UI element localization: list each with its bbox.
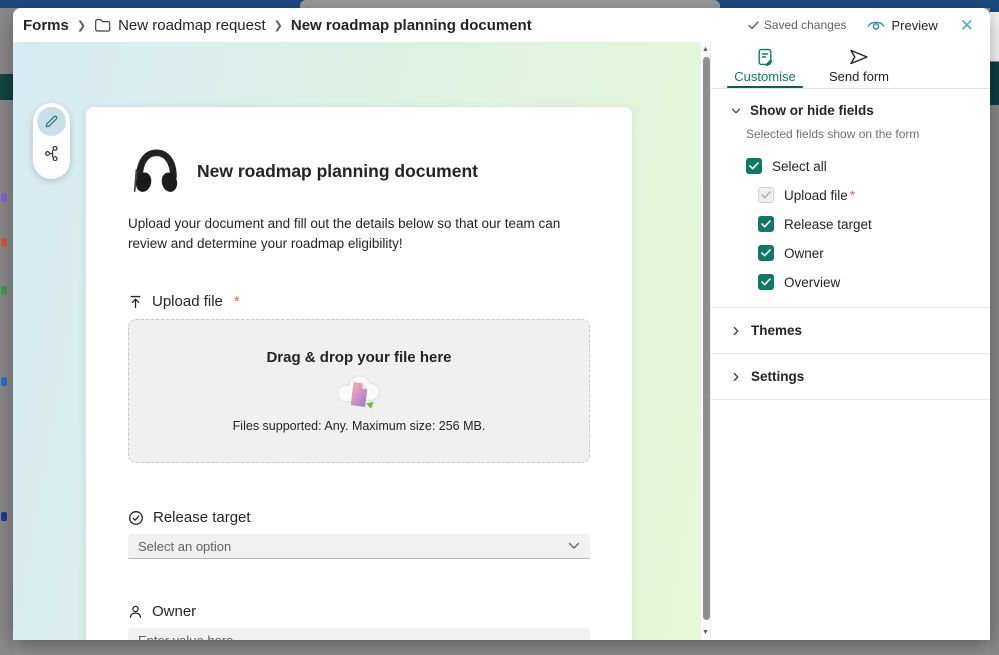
chevron-right-icon (733, 372, 739, 381)
branch-icon (45, 145, 58, 162)
background-fragment (990, 62, 999, 105)
chevron-right-icon: ❯ (273, 19, 283, 32)
field-toggle-label: Release target (784, 216, 872, 232)
folder-icon (94, 18, 111, 33)
background-fragment (0, 74, 13, 100)
background-fragment (1, 512, 7, 521)
section-show-hide-fields[interactable]: Show or hide fields (711, 89, 990, 118)
eye-icon (867, 21, 884, 30)
customise-form-icon (758, 48, 773, 66)
cloud-upload-illustration (335, 370, 383, 414)
breadcrumb: Forms ❯ New roadmap request ❯ New roadma… (23, 17, 532, 34)
chevron-down-icon (568, 542, 580, 549)
form-scrollbar[interactable]: ▲ ▼ (700, 42, 711, 640)
required-asterisk: * (849, 187, 856, 203)
tab-send-form[interactable]: Send form (817, 42, 901, 88)
chevron-down-icon (731, 108, 741, 113)
background-fragment (1, 377, 7, 386)
overview-checkbox[interactable] (758, 274, 774, 290)
scroll-up-arrow[interactable]: ▲ (701, 46, 710, 53)
check-icon (748, 20, 759, 29)
field-toggle-row: Upload file * (758, 187, 990, 203)
edit-toolbar (33, 103, 70, 179)
required-asterisk: * (233, 293, 240, 311)
choice-circle-check-icon (129, 510, 143, 525)
upload-file-checkbox (758, 187, 774, 203)
owner-label: Owner (128, 603, 590, 620)
edit-pencil-button[interactable] (37, 107, 66, 136)
section-subtitle: Selected fields show on the form (746, 127, 920, 141)
headphones-image (128, 143, 185, 200)
form-editor-dialog: Forms ❯ New roadmap request ❯ New roadma… (13, 8, 990, 640)
release-target-select[interactable]: Select an option (128, 534, 590, 560)
preview-button[interactable]: Preview (867, 18, 938, 33)
person-icon (129, 605, 142, 618)
panel-tabs: Customise Send form (711, 42, 990, 89)
upload-icon (130, 295, 141, 308)
divider (711, 399, 990, 400)
owner-checkbox[interactable] (758, 245, 774, 261)
branching-rules-button[interactable] (37, 139, 66, 168)
file-dropzone[interactable]: Drag & drop your file here Files support… (128, 319, 590, 464)
dropzone-title: Drag & drop your file here (266, 349, 452, 367)
background-fragment (990, 12, 999, 61)
release-target-checkbox[interactable] (758, 216, 774, 232)
pencil-icon (45, 115, 58, 128)
field-toggle-row: Owner (758, 245, 990, 261)
background-fragment (1, 286, 7, 295)
background-fragment (1, 238, 7, 247)
breadcrumb-forms[interactable]: Forms (23, 17, 69, 34)
release-target-label: Release target (128, 509, 590, 526)
section-settings[interactable]: Settings (711, 354, 990, 399)
background-page-left-edge (0, 8, 13, 655)
saved-status: Saved changes (748, 18, 847, 32)
breadcrumb-current: New roadmap planning document (290, 16, 532, 34)
breadcrumb-parent[interactable]: New roadmap request (118, 17, 266, 34)
form-description: Upload your document and fill out the de… (128, 216, 561, 251)
scroll-down-arrow[interactable]: ▼ (701, 629, 710, 636)
section-themes[interactable]: Themes (711, 308, 990, 353)
browser-tab-fragment (300, 0, 720, 8)
background-fragment (990, 0, 999, 12)
field-toggle-row: Overview (758, 274, 990, 290)
scrollbar-thumb[interactable] (702, 57, 710, 620)
owner-input[interactable] (128, 628, 590, 640)
dropzone-note: Files supported: Any. Maximum size: 256 … (232, 419, 486, 434)
upload-file-label: Upload file * (128, 293, 590, 310)
field-toggle-label: Overview (784, 274, 841, 290)
select-all-label: Select all (772, 158, 827, 174)
browser-topbar (0, 0, 999, 8)
background-fragment (1, 193, 7, 202)
form-preview-area: New roadmap planning document Upload you… (13, 42, 700, 640)
send-icon (850, 49, 868, 64)
field-toggle-label: Owner (784, 245, 824, 261)
form-title: New roadmap planning document (197, 161, 478, 181)
panel-content: Show or hide fields Selected fields show… (711, 89, 990, 640)
form-card: New roadmap planning document Upload you… (86, 107, 632, 640)
field-toggle-label: Upload file * (784, 187, 856, 203)
chevron-right-icon (733, 326, 739, 335)
field-toggle-row: Release target (758, 216, 990, 232)
background-page-right-edge (990, 0, 999, 655)
dialog-header: Forms ❯ New roadmap request ❯ New roadma… (13, 8, 990, 42)
select-all-checkbox[interactable] (746, 158, 762, 174)
tab-customise[interactable]: Customise (723, 42, 807, 88)
chevron-right-icon: ❯ (76, 19, 87, 32)
customise-panel: Customise Send form Show or hide fields … (711, 42, 990, 640)
close-icon[interactable]: ✕ (958, 17, 976, 34)
select-all-row: Select all (746, 158, 990, 174)
header-actions: Saved changes Preview ✕ (748, 17, 976, 34)
